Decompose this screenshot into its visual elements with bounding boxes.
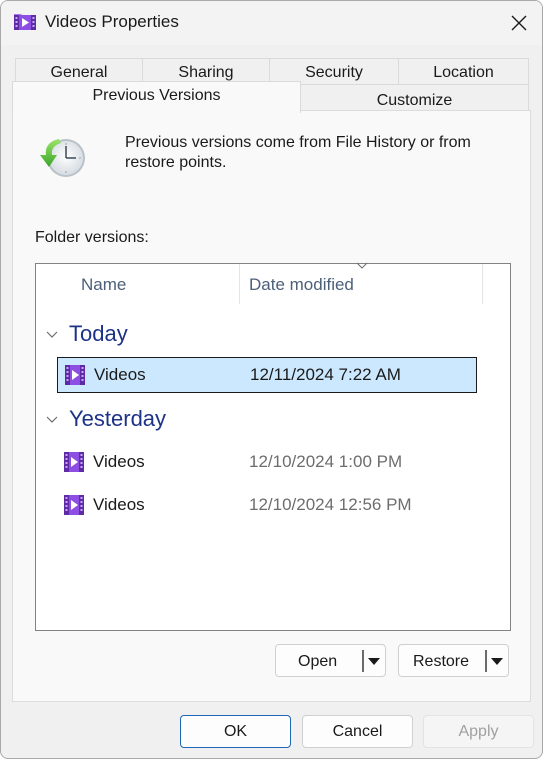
column-header-name[interactable]: Name: [81, 264, 239, 306]
column-separator[interactable]: [239, 264, 240, 304]
group-title: Today: [69, 321, 128, 346]
column-header-date-modified[interactable]: Date modified: [249, 264, 482, 306]
split-divider: [362, 650, 364, 672]
list-item[interactable]: Videos 12/11/2024 7:22 AM: [57, 357, 477, 393]
open-split-button[interactable]: Open: [275, 644, 386, 677]
apply-button-label: Apply: [458, 722, 499, 740]
cancel-button[interactable]: Cancel: [302, 715, 413, 748]
video-folder-icon: [63, 494, 85, 516]
restore-clock-icon: [40, 139, 85, 177]
folder-versions-label: Folder versions:: [35, 229, 149, 246]
properties-dialog: Videos Properties General Sharing Securi…: [0, 0, 543, 759]
chevron-down-icon: [46, 331, 58, 338]
info-text: Previous versions come from File History…: [125, 134, 471, 171]
cancel-button-label: Cancel: [332, 722, 383, 740]
column-header-label: Date modified: [249, 275, 354, 294]
tab-label: Sharing: [178, 64, 234, 81]
previous-versions-panel: Previous versions come from File History…: [12, 110, 531, 702]
column-header-label: Name: [81, 275, 127, 294]
tab-previous-versions[interactable]: Previous Versions: [12, 81, 301, 113]
window-title: Videos Properties: [45, 12, 179, 31]
close-icon: [511, 15, 527, 31]
tab-label: General: [50, 64, 108, 81]
video-folder-icon: [64, 364, 86, 386]
dropdown-arrow-icon[interactable]: [488, 655, 506, 667]
title-bar: Videos Properties: [1, 1, 542, 45]
close-button[interactable]: [496, 1, 542, 45]
restore-button-label: Restore: [413, 653, 470, 670]
open-button-label: Open: [298, 653, 338, 670]
item-name: Videos: [93, 495, 145, 514]
group-header-today[interactable]: Today: [44, 319, 128, 349]
tab-label: Location: [433, 64, 494, 81]
dropdown-arrow-icon[interactable]: [365, 655, 383, 667]
folder-versions-list[interactable]: Name Date modified Today Videos 12/11/20…: [35, 262, 511, 631]
item-date: 12/10/2024 1:00 PM: [249, 452, 403, 471]
item-date: 12/11/2024 7:22 AM: [250, 365, 401, 384]
tab-customize[interactable]: Customize: [300, 84, 529, 110]
chevron-down-icon: [46, 416, 58, 423]
video-folder-icon: [14, 14, 36, 30]
item-name: Videos: [94, 365, 146, 384]
list-item[interactable]: Videos 12/10/2024 12:56 PM: [57, 487, 477, 523]
column-separator[interactable]: [482, 264, 483, 304]
list-item[interactable]: Videos 12/10/2024 1:00 PM: [57, 444, 477, 480]
group-header-yesterday[interactable]: Yesterday: [44, 404, 166, 434]
restore-split-button[interactable]: Restore: [398, 644, 509, 677]
apply-button[interactable]: Apply: [423, 715, 534, 748]
tab-location[interactable]: Location: [398, 58, 529, 84]
split-divider: [485, 650, 487, 672]
tab-label: Security: [305, 64, 363, 81]
ok-button[interactable]: OK: [180, 715, 291, 748]
ok-button-label: OK: [223, 722, 248, 740]
item-date: 12/10/2024 12:56 PM: [249, 495, 412, 514]
item-name: Videos: [93, 452, 145, 471]
group-title: Yesterday: [69, 406, 167, 431]
tab-label: Customize: [376, 92, 453, 109]
tab-label: Previous Versions: [92, 87, 221, 104]
video-folder-icon: [63, 451, 85, 473]
